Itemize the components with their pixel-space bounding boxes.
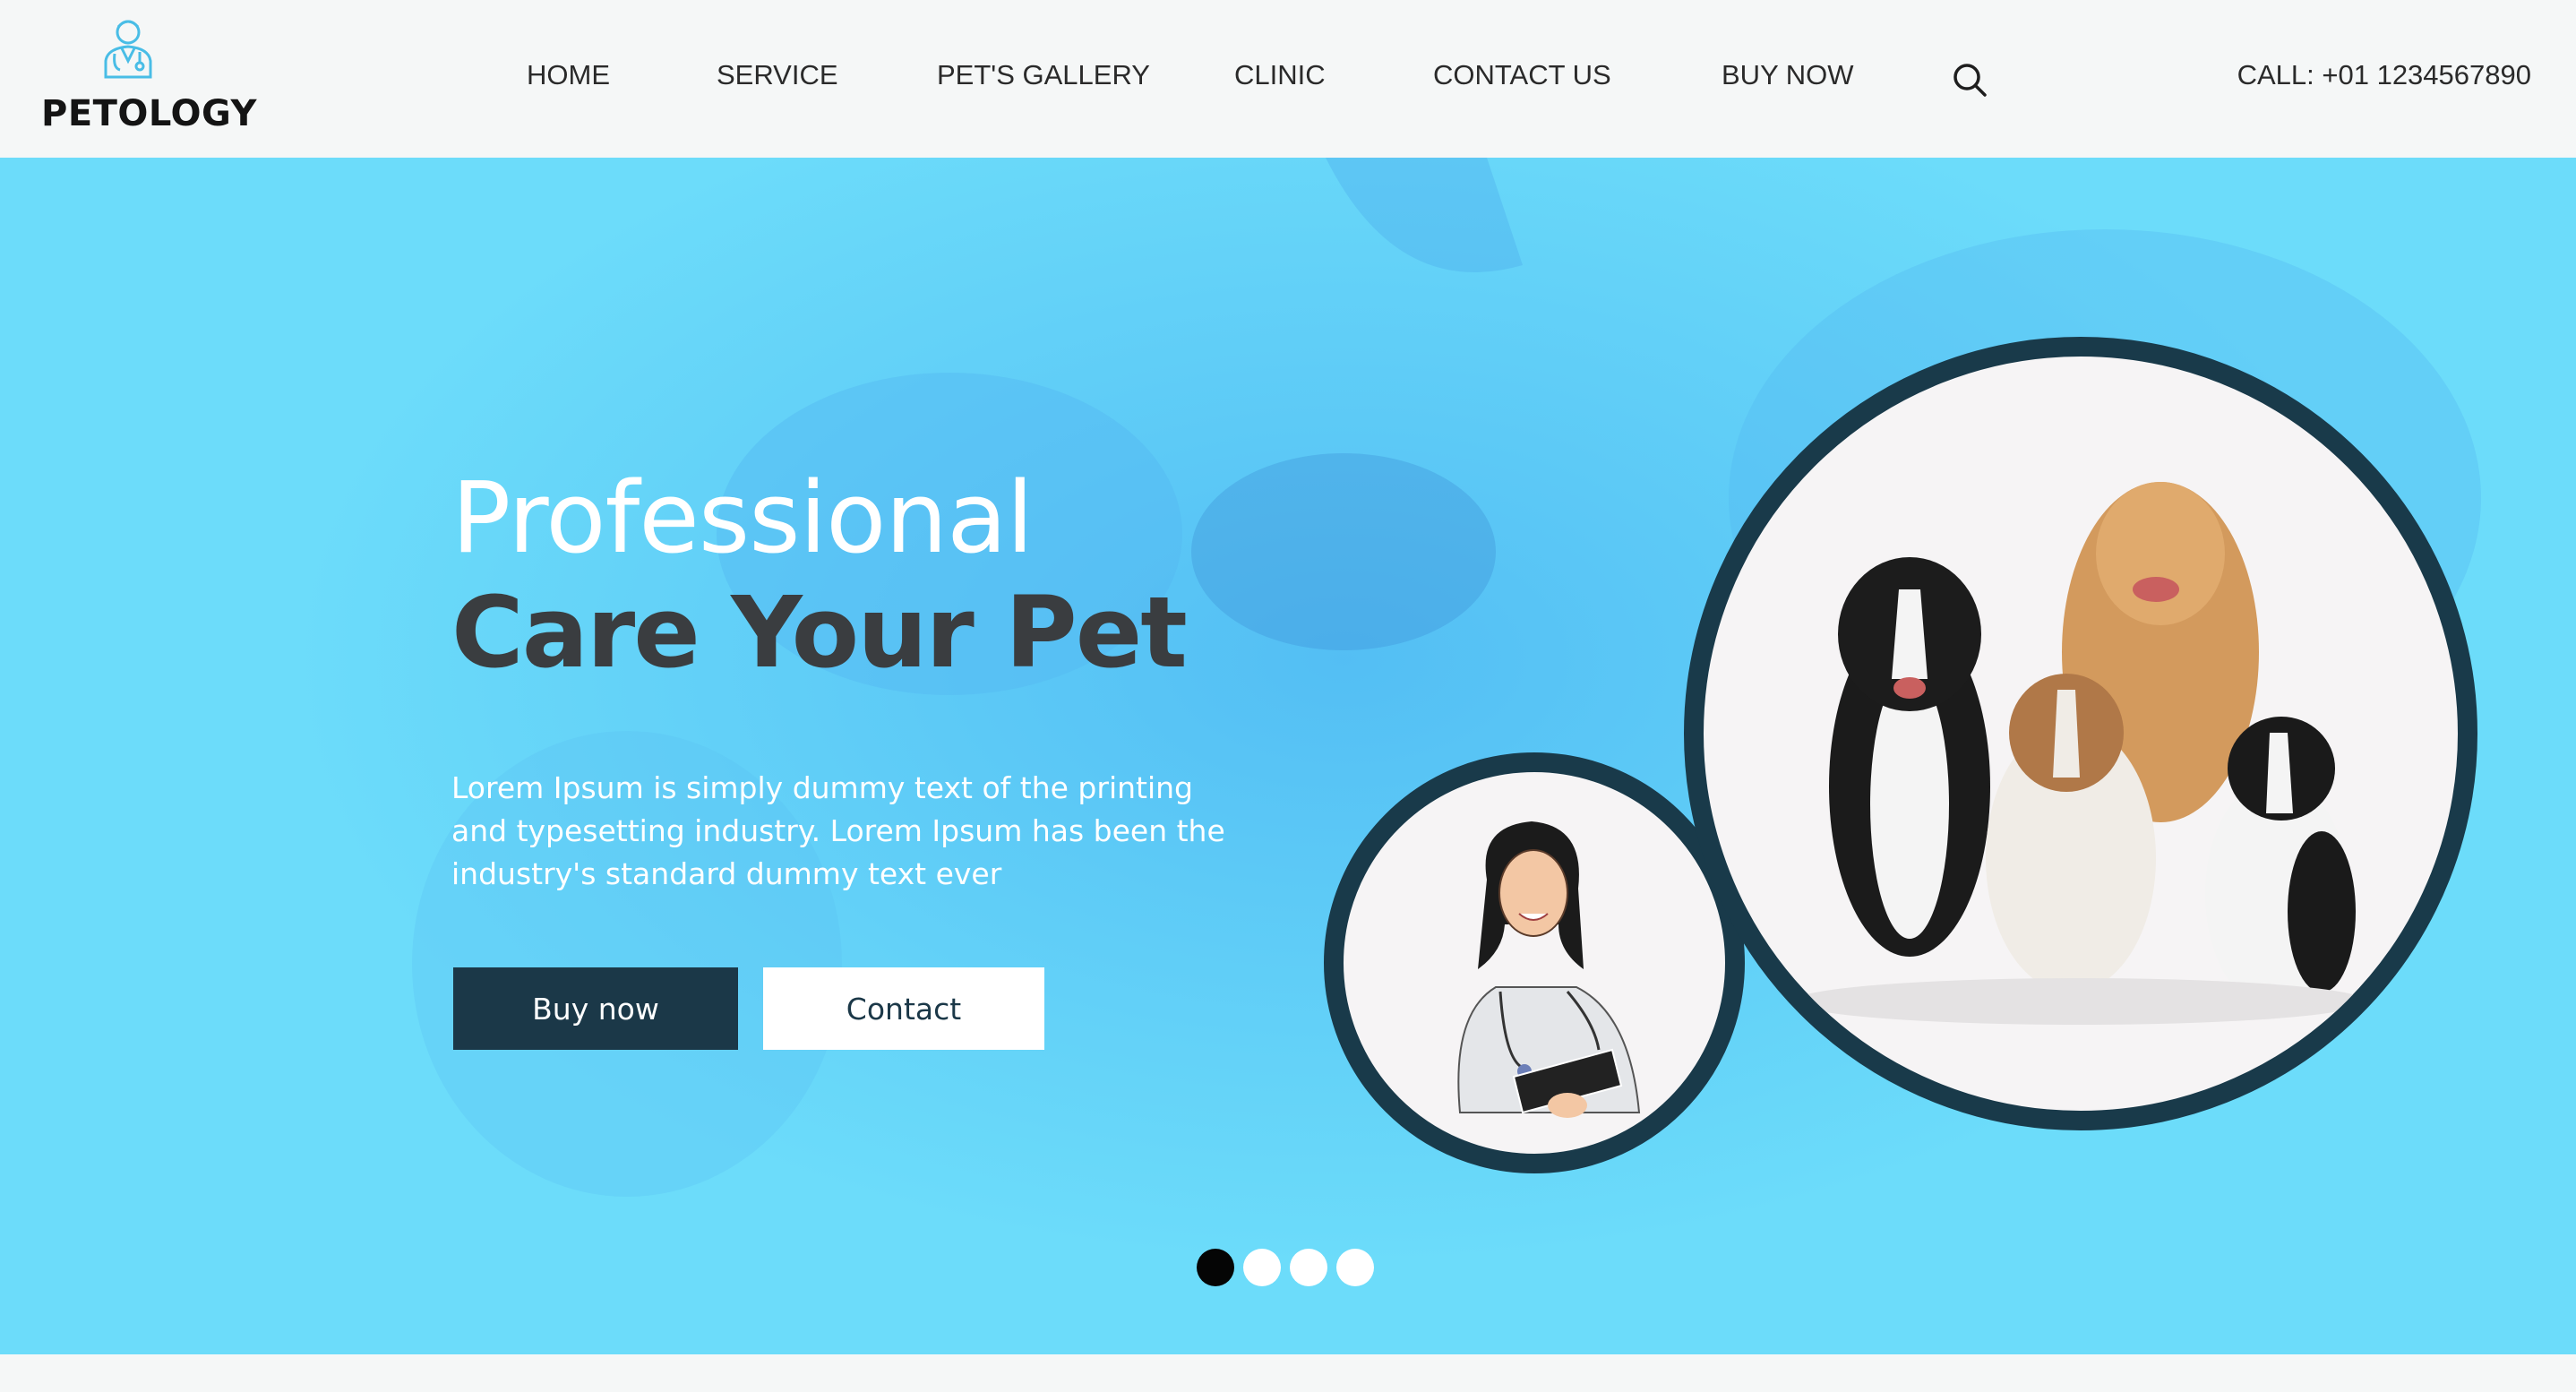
nav-contact-us[interactable]: CONTACT US [1433, 59, 1611, 91]
slide-dot-4[interactable] [1336, 1249, 1374, 1286]
nav-home[interactable]: HOME [527, 59, 610, 91]
search-icon [1953, 64, 1987, 97]
search-button[interactable] [1951, 61, 1988, 99]
slide-dot-1[interactable] [1197, 1249, 1234, 1286]
contact-button[interactable]: Contact [763, 967, 1044, 1050]
slide-dot-2[interactable] [1243, 1249, 1281, 1286]
brand-logo[interactable]: PETOLOGY [41, 14, 256, 140]
brand-name: PETOLOGY [41, 93, 257, 134]
hero-banner: Professional Care Your Pet Lorem Ipsum i… [0, 158, 2576, 1354]
dogs-image-circle [1684, 337, 2477, 1130]
slide-dot-3[interactable] [1290, 1249, 1327, 1286]
call-number[interactable]: CALL: +01 1234567890 [2237, 59, 2531, 91]
veterinarian-image-circle [1324, 752, 1745, 1173]
nav-pets-gallery[interactable]: PET'S GALLERY [937, 59, 1150, 91]
hero-headline-light: Professional [451, 460, 1034, 575]
vet-doctor-icon [104, 20, 152, 79]
site-header: PETOLOGY HOME SERVICE PET'S GALLERY CLIN… [0, 0, 2576, 158]
nav-service[interactable]: SERVICE [717, 59, 838, 91]
nav-buy-now[interactable]: BUY NOW [1722, 59, 1854, 91]
hero-headline-bold: Care Your Pet [451, 575, 1188, 690]
hero-description: Lorem Ipsum is simply dummy text of the … [451, 770, 1225, 891]
dogs-photo [1793, 482, 2366, 1025]
next-section-edge [0, 1354, 2576, 1392]
buy-now-button[interactable]: Buy now [453, 967, 738, 1050]
nav-clinic[interactable]: CLINIC [1234, 59, 1326, 91]
veterinarian-illustration [1457, 821, 1641, 1118]
